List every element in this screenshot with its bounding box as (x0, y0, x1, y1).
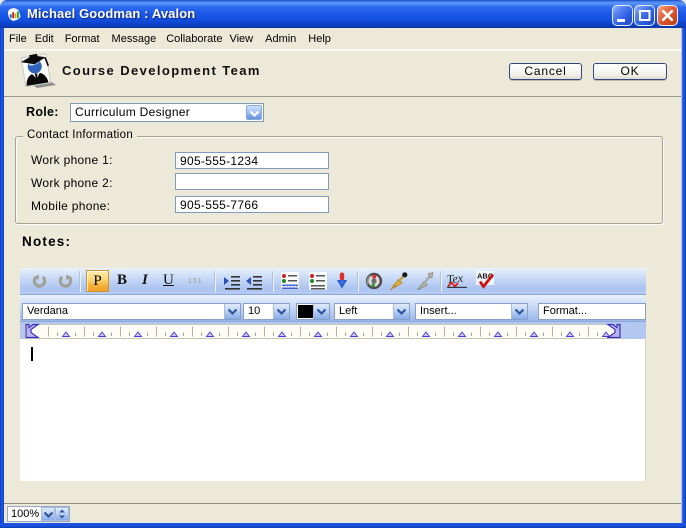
svg-text:Tex: Tex (446, 271, 464, 287)
